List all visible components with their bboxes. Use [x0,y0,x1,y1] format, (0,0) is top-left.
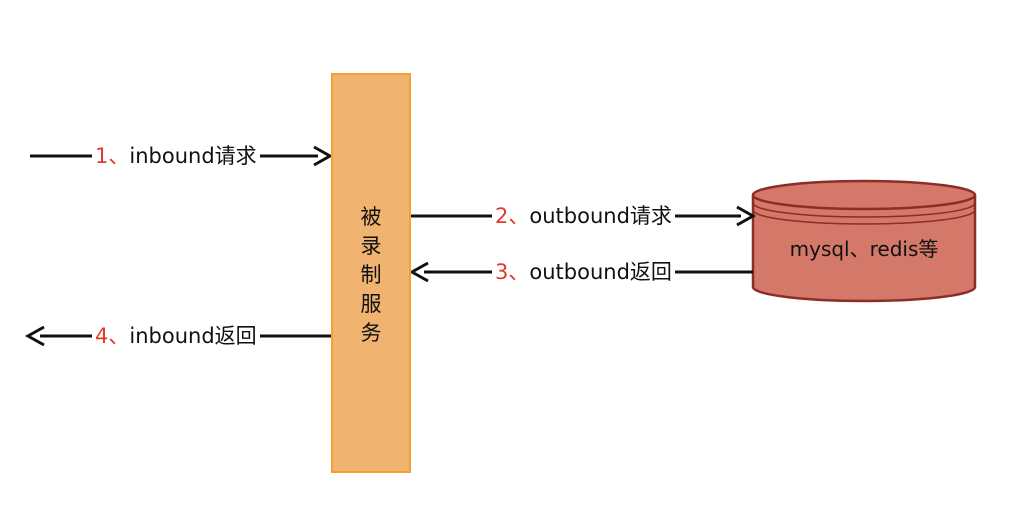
arrow-3-text: outbound返回 [529,260,672,284]
arrow-1-number: 1、 [95,144,130,168]
arrow-3-label: 3、outbound返回 [492,259,675,285]
arrow-2-label: 2、outbound请求 [492,203,675,229]
arrow-1-label: 1、inbound请求 [92,143,260,169]
database-label: mysql、redis等 [789,237,939,261]
arrow-2-text: outbound请求 [529,204,672,228]
arrow-3-number: 3、 [495,260,530,284]
diagram-canvas: 被录制服务 1、inbound请求 2、outbound请求 3、outboun… [0,0,1016,508]
arrow-4-text: inbound返回 [129,324,257,348]
arrow-1-text: inbound请求 [129,144,257,168]
arrow-2-number: 2、 [495,204,530,228]
recorded-service-label: 被录制服务 [360,205,382,345]
arrow-4-label: 4、inbound返回 [92,323,260,349]
arrow-4-number: 4、 [95,324,130,348]
